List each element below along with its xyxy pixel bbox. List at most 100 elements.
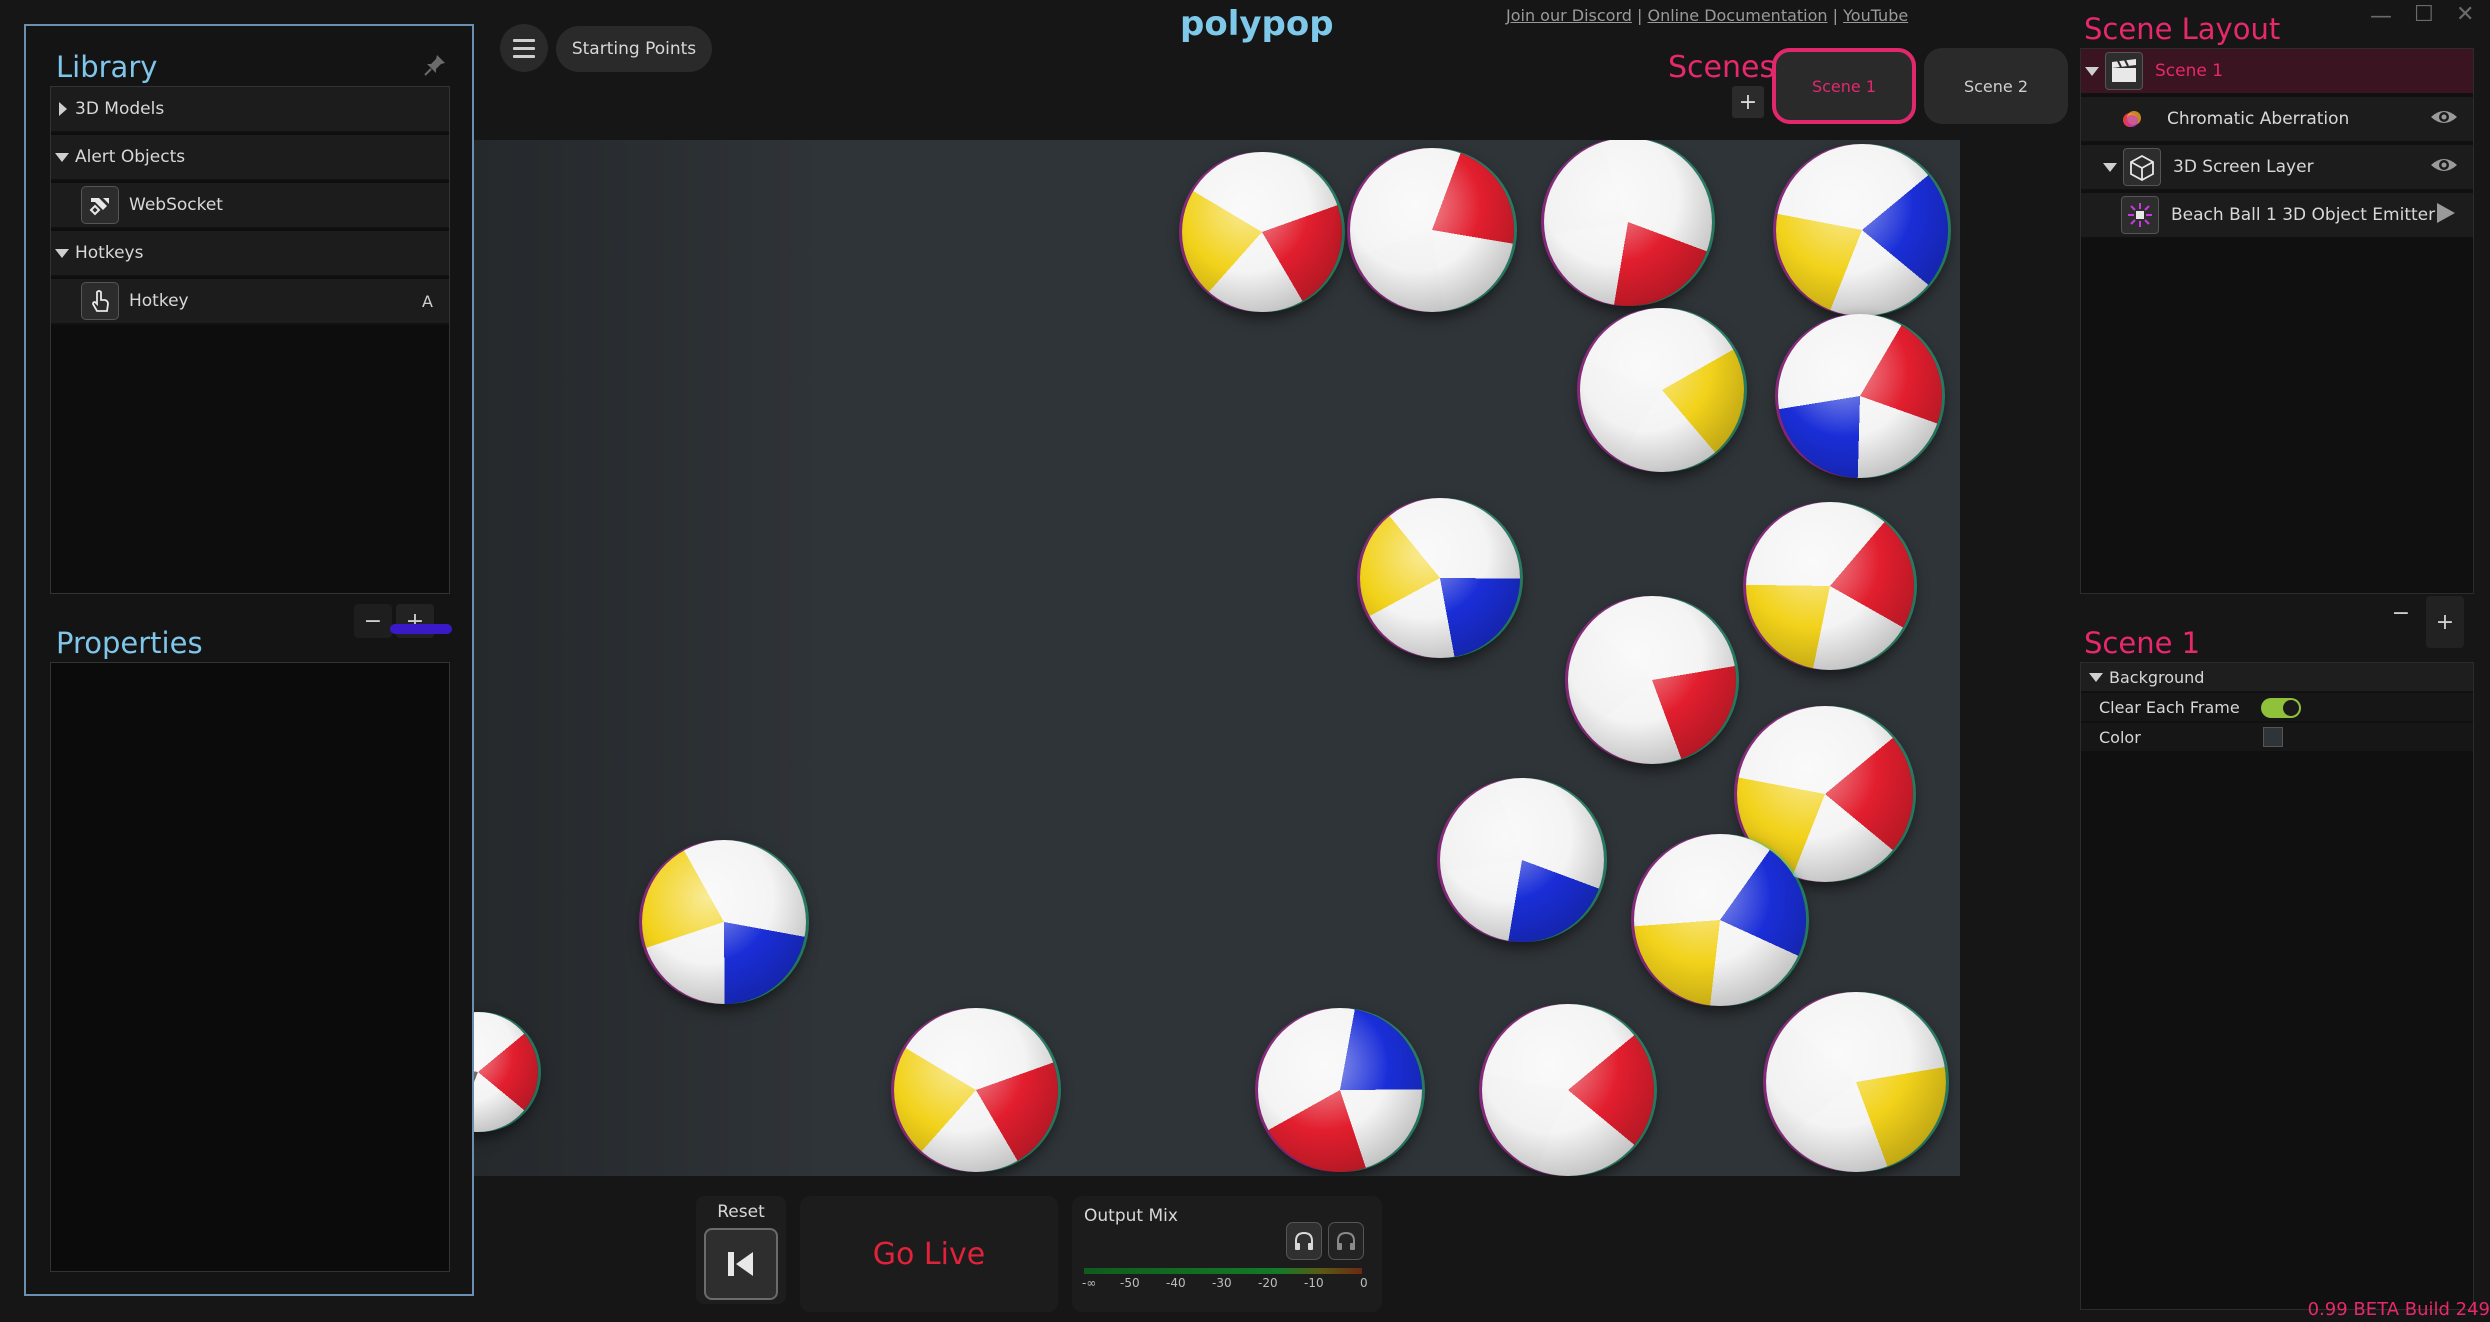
meter-tick: 0	[1360, 1276, 1368, 1290]
clear-each-frame-toggle[interactable]	[2261, 698, 2301, 718]
scene-layout-tree: Scene 1 Chromatic Aberration 3D Screen L…	[2080, 48, 2474, 594]
beach-ball	[1182, 152, 1342, 312]
background-color-swatch[interactable]	[2263, 727, 2283, 747]
library-row-label: 3D Models	[75, 99, 165, 119]
expand-arrow-icon[interactable]	[59, 102, 67, 116]
link-separator: |	[1637, 6, 1643, 25]
beach-ball	[1360, 498, 1520, 658]
library-row-label: Alert Objects	[75, 147, 186, 167]
layout-row-label: Scene 1	[2155, 61, 2224, 81]
library-add-button[interactable]: +	[390, 604, 452, 638]
mute-headphones-button[interactable]	[1328, 1222, 1364, 1260]
meter-tick: -10	[1304, 1276, 1324, 1290]
layout-row-label: Beach Ball 1 3D Object Emitter	[2171, 205, 2436, 225]
prop-label: Clear Each Frame	[2099, 697, 2240, 717]
beach-ball	[1746, 502, 1914, 670]
beach-ball	[894, 1008, 1058, 1172]
layout-row-scene-1[interactable]: Scene 1	[2081, 49, 2473, 95]
background-section-header[interactable]: Background	[2081, 663, 2473, 691]
documentation-link[interactable]: Online Documentation	[1648, 6, 1828, 25]
library-row-label: WebSocket	[129, 195, 223, 215]
library-category-3d-models[interactable]: 3D Models	[51, 87, 449, 133]
hamburger-line	[513, 38, 535, 42]
play-icon[interactable]	[2435, 201, 2457, 230]
monitor-headphones-button[interactable]	[1286, 1222, 1322, 1260]
audio-level-meter	[1084, 1268, 1362, 1274]
color-row: Color	[2081, 723, 2473, 751]
beach-ball	[1580, 308, 1744, 472]
headphones-icon	[1337, 1231, 1355, 1250]
beach-ball	[1568, 596, 1736, 764]
beach-ball	[1634, 834, 1806, 1006]
go-live-button[interactable]: Go Live	[800, 1196, 1058, 1312]
pin-icon[interactable]	[422, 52, 448, 78]
hand-pointer-icon	[81, 282, 119, 320]
layout-row-3d-screen-layer[interactable]: 3D Screen Layer	[2081, 145, 2473, 191]
library-list: 3D Models Alert Objects WebSocket Hotkey…	[50, 86, 450, 594]
meter-tick: -20	[1258, 1276, 1278, 1290]
scene-2-button[interactable]: Scene 2	[1924, 48, 2068, 124]
beach-ball	[1778, 314, 1942, 478]
logo-text: polypop	[1180, 4, 1334, 44]
beach-ball	[1350, 148, 1514, 312]
starting-points-button[interactable]: Starting Points	[556, 26, 712, 72]
collapse-arrow-icon[interactable]	[2089, 672, 2103, 682]
layout-row-chromatic-aberration[interactable]: Chromatic Aberration	[2081, 97, 2473, 143]
library-item-hotkey[interactable]: Hotkey A	[51, 279, 449, 325]
beach-ball	[1440, 778, 1604, 942]
close-icon[interactable]: ✕	[2456, 2, 2474, 27]
layout-add-button[interactable]: +	[2426, 596, 2464, 648]
prop-label: Color	[2099, 727, 2141, 747]
beach-ball	[1776, 144, 1948, 316]
clear-each-frame-row: Clear Each Frame	[2081, 693, 2473, 721]
polypop-logo: polypop	[1180, 4, 1334, 44]
scenes-label: Scenes	[1668, 50, 1776, 85]
cursor-highlight	[390, 624, 452, 634]
properties-area	[50, 662, 450, 1272]
clapperboard-icon	[2105, 52, 2143, 90]
meter-tick: -40	[1166, 1276, 1186, 1290]
visibility-eye-icon[interactable]	[2429, 155, 2459, 180]
library-row-label: Hotkeys	[75, 243, 144, 263]
beach-ball	[642, 840, 806, 1004]
reset-button[interactable]	[704, 1228, 778, 1300]
library-title: Library	[56, 50, 158, 84]
collapse-arrow-icon[interactable]	[55, 152, 69, 162]
hotkey-key-badge: A	[422, 291, 433, 311]
minimize-icon[interactable]: —	[2370, 4, 2392, 29]
headphones-icon	[1295, 1231, 1313, 1250]
library-category-hotkeys[interactable]: Hotkeys	[51, 231, 449, 277]
youtube-link[interactable]: YouTube	[1843, 6, 1908, 25]
meter-tick: -30	[1212, 1276, 1232, 1290]
beach-ball	[1258, 1008, 1422, 1172]
left-panel: Library 3D Models Alert Objects WebSocke…	[24, 24, 474, 1296]
collapse-arrow-icon[interactable]	[2103, 162, 2117, 172]
scene-properties-panel: Background Clear Each Frame Color	[2080, 662, 2474, 1310]
reset-label: Reset	[717, 1202, 765, 1222]
cube-icon	[2123, 148, 2161, 186]
collapse-arrow-icon[interactable]	[2085, 66, 2099, 76]
reset-control: Reset	[696, 1196, 786, 1304]
beach-ball	[1544, 140, 1712, 306]
scene-properties-title: Scene 1	[2084, 626, 2201, 660]
hamburger-menu-button[interactable]	[500, 24, 548, 72]
properties-title: Properties	[56, 626, 203, 660]
maximize-icon[interactable]: ☐	[2414, 2, 2434, 27]
library-category-alert-objects[interactable]: Alert Objects	[51, 135, 449, 181]
discord-link[interactable]: Join our Discord	[1506, 6, 1632, 25]
scene-1-button[interactable]: Scene 1	[1772, 48, 1916, 124]
beach-ball	[1482, 1004, 1654, 1176]
hamburger-line	[513, 54, 535, 58]
layout-row-label: 3D Screen Layer	[2173, 157, 2314, 177]
scene-preview-stage[interactable]	[474, 140, 1960, 1176]
layout-remove-button[interactable]: −	[2382, 596, 2420, 630]
library-row-label: Hotkey	[129, 291, 189, 311]
output-mix-panel: Output Mix -∞ -50 -40 -30 -20 -10 0	[1072, 1196, 1382, 1312]
visibility-eye-icon[interactable]	[2429, 107, 2459, 132]
library-item-websocket[interactable]: WebSocket	[51, 183, 449, 229]
library-remove-button[interactable]: −	[354, 604, 392, 638]
beach-ball	[1766, 992, 1946, 1172]
collapse-arrow-icon[interactable]	[55, 248, 69, 258]
add-scene-button[interactable]: +	[1732, 86, 1764, 118]
layout-row-beach-ball-emitter[interactable]: Beach Ball 1 3D Object Emitter	[2081, 193, 2473, 239]
